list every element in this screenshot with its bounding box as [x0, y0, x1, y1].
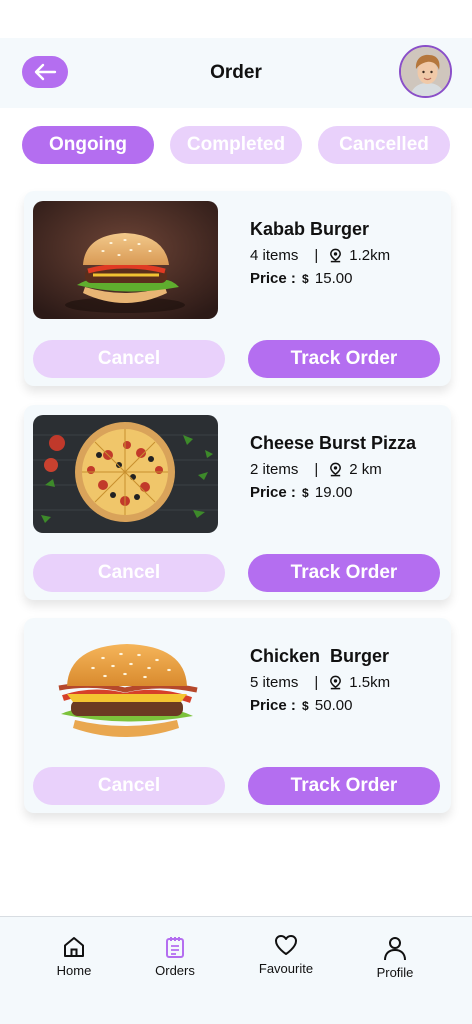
nav-label-orders: Orders	[155, 963, 195, 978]
order-card: Chicken Burger 5 items | 1.5km Price : $…	[24, 618, 451, 813]
nav-item-favourite[interactable]: Favourite	[241, 933, 331, 976]
price-line: Price : $ 19.00	[250, 484, 352, 501]
tab-cancelled[interactable]: Cancelled	[318, 126, 450, 164]
profile-icon	[384, 937, 406, 961]
item-count: 5 items	[250, 674, 299, 691]
bottom-navigation: Home Orders Favourite Profile	[0, 916, 472, 1024]
distance: 1.5km	[349, 674, 391, 691]
order-meta: 2 items | 2 km	[250, 461, 382, 478]
currency-symbol: $	[302, 699, 309, 713]
order-meta: 5 items | 1.5km	[250, 674, 390, 691]
price-label: Price :	[250, 484, 296, 501]
food-name: Cheese Burst Pizza	[250, 433, 417, 453]
heart-icon	[275, 935, 297, 955]
nav-item-home[interactable]: Home	[29, 935, 119, 978]
location-pin-icon	[328, 675, 343, 690]
food-image-cheese-burst-pizza	[33, 415, 218, 533]
currency-symbol: $	[302, 272, 309, 286]
price-line: Price : $ 15.00	[250, 270, 352, 287]
food-name: Chicken Burger	[250, 646, 390, 666]
orders-icon	[166, 937, 184, 958]
track-order-button[interactable]: Track Order	[248, 340, 440, 378]
price-value: 19.00	[314, 484, 353, 501]
item-count: 4 items	[250, 247, 299, 264]
order-meta: 4 items | 1.2km	[250, 247, 390, 264]
price-value: 50.00	[314, 697, 353, 714]
food-image-chicken-burger	[33, 628, 218, 746]
order-status-tabs: Ongoing Completed Cancelled	[22, 126, 452, 164]
nav-label-profile: Profile	[376, 965, 414, 980]
cancel-button[interactable]: Cancel	[33, 554, 225, 592]
nav-label-favourite: Favourite	[258, 961, 314, 976]
location-pin-icon	[328, 462, 343, 477]
order-card: Cheese Burst Pizza 2 items | 2 km Price …	[24, 405, 451, 600]
cancel-button[interactable]: Cancel	[33, 340, 225, 378]
price-value: 15.00	[314, 270, 353, 287]
price-label: Price :	[250, 270, 296, 287]
food-image-kabab-burger	[33, 201, 218, 319]
price-line: Price : $ 50.00	[250, 697, 352, 714]
price-label: Price :	[250, 697, 296, 714]
meta-separator: |	[314, 461, 319, 478]
tab-completed[interactable]: Completed	[170, 126, 302, 164]
order-card: Kabab Burger 4 items | 1.2km Price : $ 1…	[24, 191, 451, 386]
nav-item-orders[interactable]: Orders	[130, 935, 220, 978]
food-name: Kabab Burger	[250, 219, 370, 239]
app-header: Order	[0, 38, 472, 108]
nav-label-home: Home	[56, 963, 92, 978]
meta-separator: |	[314, 247, 319, 264]
track-order-button[interactable]: Track Order	[248, 554, 440, 592]
currency-symbol: $	[302, 486, 309, 500]
distance: 1.2km	[349, 247, 391, 264]
distance: 2 km	[349, 461, 382, 478]
tab-ongoing[interactable]: Ongoing	[22, 126, 154, 164]
item-count: 2 items	[250, 461, 299, 478]
home-icon	[64, 937, 84, 957]
location-pin-icon	[328, 248, 343, 263]
avatar[interactable]	[399, 45, 452, 98]
nav-item-profile[interactable]: Profile	[350, 935, 440, 980]
meta-separator: |	[314, 674, 319, 691]
cancel-button[interactable]: Cancel	[33, 767, 225, 805]
track-order-button[interactable]: Track Order	[248, 767, 440, 805]
